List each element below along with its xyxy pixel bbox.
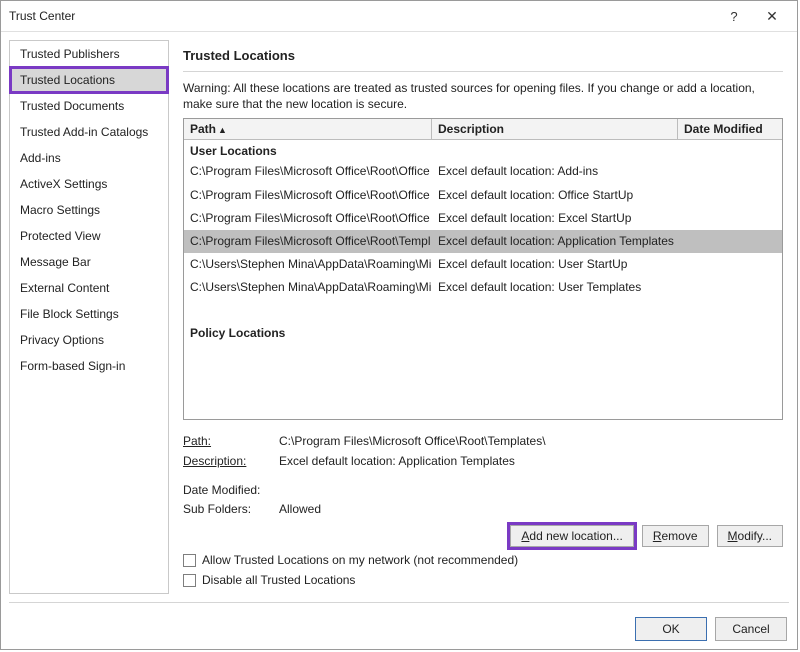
col-description[interactable]: Description: [432, 119, 678, 139]
panel-heading: Trusted Locations: [183, 42, 783, 72]
footer-separator: [9, 602, 789, 603]
table-row[interactable]: C:\Program Files\Microsoft Office\Root\T…: [184, 230, 782, 253]
section-user-locations: User Locations: [184, 140, 782, 160]
detail-desc-label: Description:: [183, 452, 279, 471]
window-title: Trust Center: [9, 9, 715, 23]
table-row[interactable]: C:\Users\Stephen Mina\AppData\Roaming\Mi…: [184, 253, 782, 276]
warning-text: Warning: All these locations are treated…: [183, 80, 783, 112]
section-policy-locations: Policy Locations: [184, 322, 782, 342]
ok-button[interactable]: OK: [635, 617, 707, 641]
modify-button[interactable]: Modify...: [717, 525, 783, 547]
col-path[interactable]: Path▲: [184, 119, 432, 139]
allow-network-checkbox-row[interactable]: Allow Trusted Locations on my network (n…: [183, 553, 783, 567]
checkbox-icon[interactable]: [183, 574, 196, 587]
help-icon: ?: [730, 9, 737, 24]
detail-subfolders-value: Allowed: [279, 500, 321, 519]
detail-subfolders-label: Sub Folders:: [183, 500, 279, 519]
sidebar-item-external-content[interactable]: External Content: [10, 275, 168, 301]
detail-desc-value: Excel default location: Application Temp…: [279, 452, 515, 471]
sort-asc-icon: ▲: [218, 125, 227, 135]
close-icon: ✕: [766, 8, 778, 25]
table-row[interactable]: C:\Users\Stephen Mina\AppData\Roaming\Mi…: [184, 276, 782, 299]
grid-body: User Locations C:\Program Files\Microsof…: [184, 140, 782, 341]
sidebar-item-privacy-options[interactable]: Privacy Options: [10, 327, 168, 353]
allow-network-label: Allow Trusted Locations on my network (n…: [202, 553, 518, 567]
locations-grid[interactable]: Path▲ Description Date Modified User Loc…: [183, 118, 783, 420]
detail-path-value: C:\Program Files\Microsoft Office\Root\T…: [279, 432, 546, 451]
detail-path-label: Path:: [183, 432, 279, 451]
main-panel: Trusted Locations Warning: All these loc…: [169, 32, 797, 602]
sidebar-item-add-ins[interactable]: Add-ins: [10, 145, 168, 171]
sidebar-item-trusted-documents[interactable]: Trusted Documents: [10, 93, 168, 119]
sidebar-item-file-block-settings[interactable]: File Block Settings: [10, 301, 168, 327]
sidebar: Trusted Publishers Trusted Locations Tru…: [9, 40, 169, 594]
disable-all-label: Disable all Trusted Locations: [202, 573, 355, 587]
sidebar-item-activex-settings[interactable]: ActiveX Settings: [10, 171, 168, 197]
table-row[interactable]: C:\Program Files\Microsoft Office\Root\O…: [184, 207, 782, 230]
sidebar-item-protected-view[interactable]: Protected View: [10, 223, 168, 249]
help-button[interactable]: ?: [715, 1, 753, 31]
sidebar-item-trusted-locations[interactable]: Trusted Locations: [10, 67, 168, 93]
add-new-location-button[interactable]: Add new location...: [510, 525, 633, 547]
col-date-modified[interactable]: Date Modified: [678, 119, 782, 139]
disable-all-checkbox-row[interactable]: Disable all Trusted Locations: [183, 573, 783, 587]
title-bar: Trust Center ? ✕: [1, 1, 797, 32]
sidebar-item-message-bar[interactable]: Message Bar: [10, 249, 168, 275]
sidebar-item-macro-settings[interactable]: Macro Settings: [10, 197, 168, 223]
remove-button[interactable]: Remove: [642, 525, 709, 547]
cancel-button[interactable]: Cancel: [715, 617, 787, 641]
trust-center-dialog: Trust Center ? ✕ Trusted Publishers Trus…: [0, 0, 798, 650]
table-row[interactable]: C:\Program Files\Microsoft Office\Root\O…: [184, 160, 782, 183]
detail-date-label: Date Modified:: [183, 481, 279, 500]
location-buttons-row: Add new location... Remove Modify...: [183, 525, 783, 547]
details-panel: Path: C:\Program Files\Microsoft Office\…: [183, 432, 783, 519]
dialog-footer: OK Cancel: [635, 617, 787, 641]
close-button[interactable]: ✕: [753, 1, 791, 31]
sidebar-item-trusted-addin-catalogs[interactable]: Trusted Add-in Catalogs: [10, 119, 168, 145]
sidebar-item-form-based-sign-in[interactable]: Form-based Sign-in: [10, 353, 168, 379]
sidebar-item-trusted-publishers[interactable]: Trusted Publishers: [10, 41, 168, 67]
grid-header: Path▲ Description Date Modified: [184, 119, 782, 140]
checkbox-icon[interactable]: [183, 554, 196, 567]
table-row[interactable]: C:\Program Files\Microsoft Office\Root\O…: [184, 184, 782, 207]
